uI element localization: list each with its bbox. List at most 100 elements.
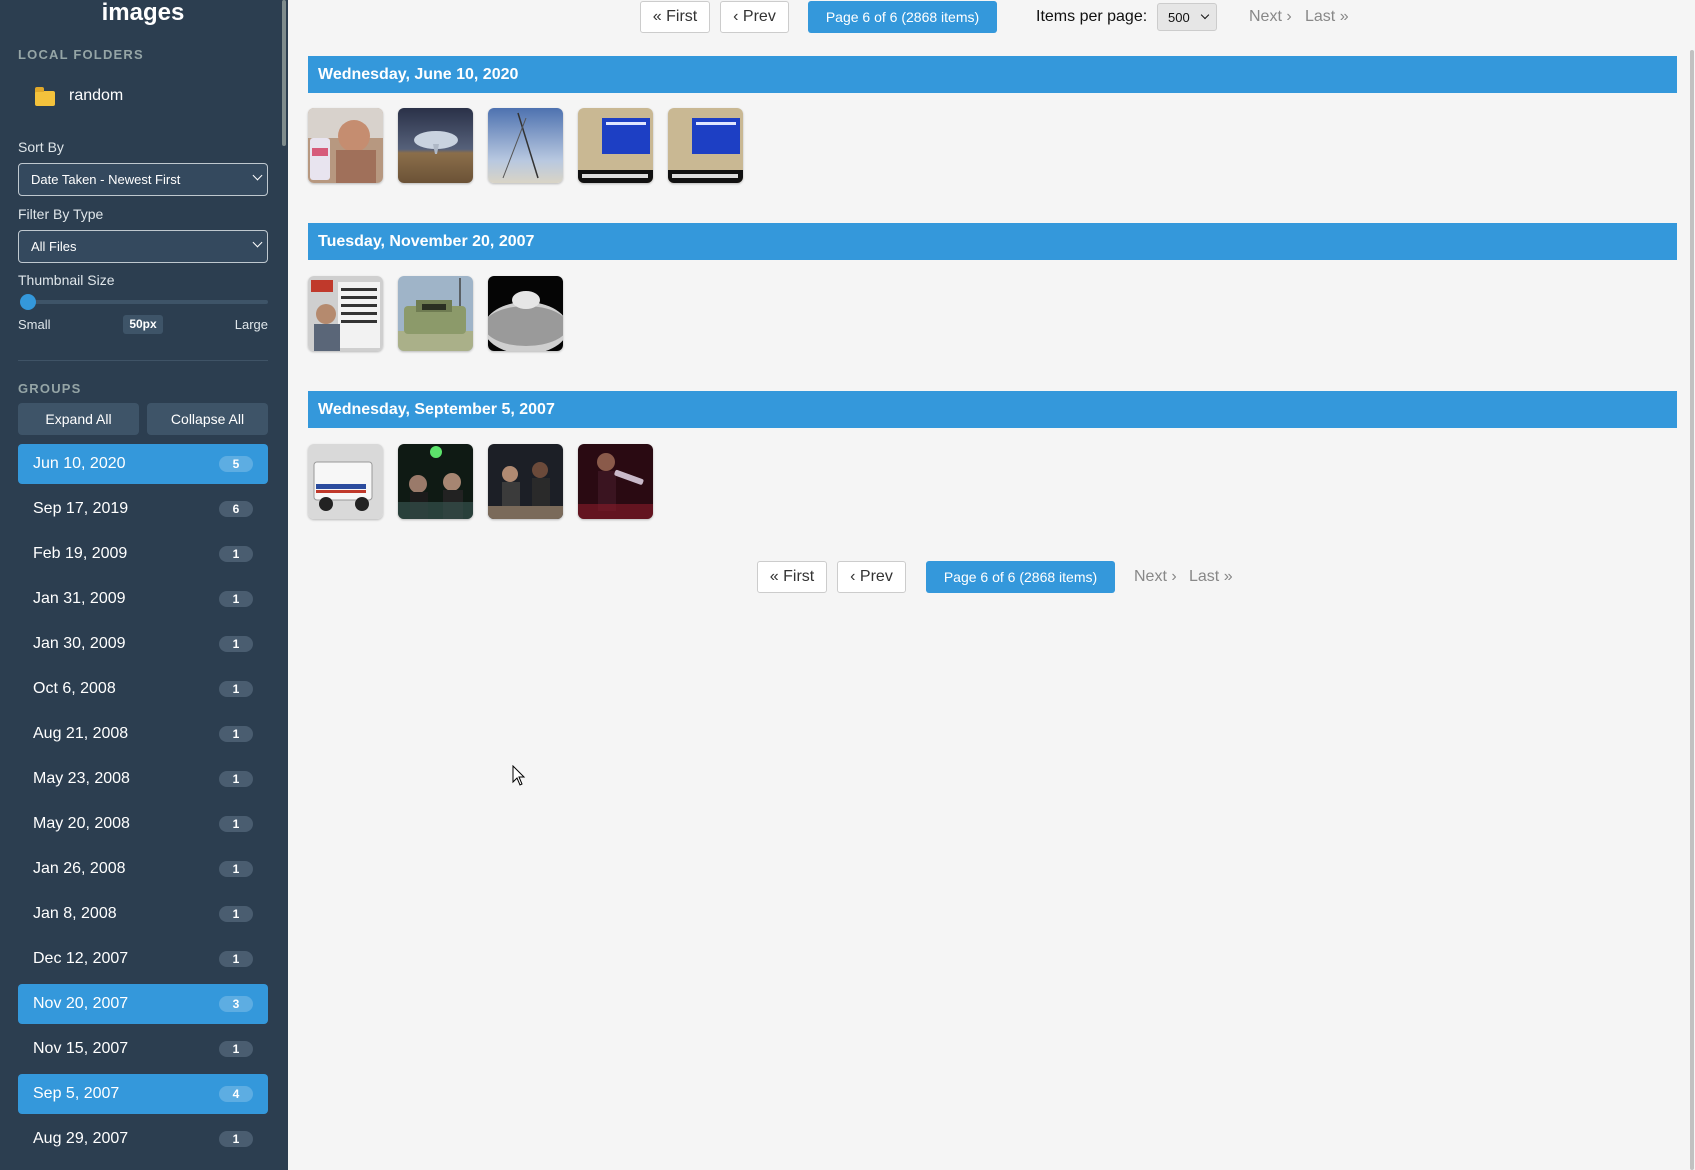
group-item[interactable]: Oct 6, 2008 1 [18, 669, 268, 709]
group-item[interactable]: Jan 26, 2008 1 [18, 849, 268, 889]
groups-label: GROUPS [18, 381, 82, 396]
group-item[interactable]: Aug 29, 2007 1 [18, 1119, 268, 1159]
thumbnail-band-guitarists[interactable] [488, 444, 563, 519]
group-item[interactable]: Jan 30, 2009 1 [18, 624, 268, 664]
group-count-badge: 1 [219, 636, 253, 652]
thumbnail-moon-earth[interactable] [488, 276, 563, 351]
first-page-button[interactable]: « First [757, 561, 827, 593]
group-date: Jan 26, 2008 [33, 860, 126, 877]
group-count-badge: 1 [219, 771, 253, 787]
group-date: Nov 20, 2007 [33, 995, 129, 1012]
items-per-page-value: 500 [1168, 9, 1190, 25]
group-count-badge: 5 [219, 456, 253, 472]
mouse-cursor-icon [512, 765, 526, 786]
group-count-badge: 1 [219, 1131, 253, 1147]
thumbnail-computer-screen[interactable] [578, 108, 653, 183]
thumbnail-guitarist-red[interactable] [578, 444, 653, 519]
group-item[interactable]: Jun 10, 2020 5 [18, 444, 268, 484]
group-date: Jan 8, 2008 [33, 905, 117, 922]
expand-all-button[interactable]: Expand All [18, 403, 139, 435]
last-page-link[interactable]: Last » [1189, 568, 1233, 586]
next-page-link[interactable]: Next › [1249, 8, 1292, 26]
group-count-badge: 1 [219, 591, 253, 607]
group-count-badge: 3 [219, 996, 253, 1012]
first-page-button[interactable]: « First [640, 1, 710, 33]
group-date: May 20, 2008 [33, 815, 130, 832]
thumbnail-blue-sky-antenna[interactable] [488, 108, 563, 183]
group-item[interactable]: Jan 31, 2009 1 [18, 579, 268, 619]
collapse-all-button[interactable]: Collapse All [147, 403, 268, 435]
group-date: Jan 30, 2009 [33, 635, 126, 652]
thumbnail-size-slider-thumb[interactable] [20, 294, 36, 310]
group-count-badge: 1 [219, 951, 253, 967]
filter-by-type-value: All Files [31, 239, 77, 254]
current-page-indicator: Page 6 of 6 (2868 items) [808, 1, 997, 33]
next-page-link[interactable]: Next › [1134, 568, 1177, 586]
thumbnail-tornado-storm[interactable] [398, 108, 473, 183]
group-date: Oct 6, 2008 [33, 680, 116, 697]
sidebar: images LOCAL FOLDERS random Sort By Date… [0, 0, 288, 1170]
group-count-badge: 1 [219, 816, 253, 832]
group-item[interactable]: Sep 17, 2019 6 [18, 489, 268, 529]
thumbnail-military-vehicle[interactable] [398, 276, 473, 351]
group-date: Sep 5, 2007 [33, 1085, 120, 1102]
thumbnail-size-slider-track[interactable] [28, 300, 268, 304]
group-item[interactable]: Nov 15, 2007 1 [18, 1029, 268, 1069]
thumbnail-size-value: 50px [123, 315, 163, 334]
group-date: Nov 15, 2007 [33, 1040, 129, 1057]
last-page-link[interactable]: Last » [1305, 8, 1349, 26]
folder-item-random[interactable]: random [18, 78, 268, 114]
filter-by-type-label: Filter By Type [18, 206, 104, 222]
group-date: Aug 21, 2008 [33, 725, 129, 742]
sort-by-select[interactable]: Date Taken - Newest First [18, 163, 268, 196]
group-list: Jun 10, 2020 5 Sep 17, 2019 6 Feb 19, 2009… [18, 444, 268, 1164]
group-item[interactable]: Sep 5, 2007 4 [18, 1074, 268, 1114]
group-item[interactable]: Feb 19, 2009 1 [18, 534, 268, 574]
group-count-badge: 1 [219, 546, 253, 562]
chevron-down-icon [1200, 10, 1210, 20]
thumbnail-computer-screen-2[interactable] [668, 108, 743, 183]
group-count-badge: 1 [219, 726, 253, 742]
group-count-badge: 6 [219, 501, 253, 517]
group-item[interactable]: Jan 8, 2008 1 [18, 894, 268, 934]
group-item[interactable]: May 23, 2008 1 [18, 759, 268, 799]
group-date: Feb 19, 2009 [33, 545, 128, 562]
group-date: Jan 31, 2009 [33, 590, 126, 607]
current-page-indicator: Page 6 of 6 (2868 items) [926, 561, 1115, 593]
group-count-badge: 1 [219, 861, 253, 877]
thumbnail-size-label: Thumbnail Size [18, 272, 115, 288]
chevron-down-icon [252, 170, 263, 181]
items-per-page-select[interactable]: 500 [1157, 3, 1217, 31]
group-item[interactable]: May 20, 2008 1 [18, 804, 268, 844]
group-date: Jun 10, 2020 [33, 455, 126, 472]
date-group-header[interactable]: Wednesday, June 10, 2020 [308, 56, 1677, 93]
group-count-badge: 4 [219, 1086, 253, 1102]
date-group-header[interactable]: Tuesday, November 20, 2007 [308, 223, 1677, 260]
group-item[interactable]: Dec 12, 2007 1 [18, 939, 268, 979]
thumbnail-band-stage[interactable] [398, 444, 473, 519]
group-count-badge: 1 [219, 681, 253, 697]
thumbnail-mail-truck[interactable] [308, 444, 383, 519]
thumbnail-man-with-can[interactable] [308, 108, 383, 183]
sort-by-label: Sort By [18, 139, 64, 155]
folder-label: random [69, 87, 124, 104]
thumbnail-size-min-label: Small [18, 317, 51, 332]
group-count-badge: 1 [219, 1041, 253, 1057]
prev-page-button[interactable]: ‹ Prev [837, 561, 906, 593]
date-group-header[interactable]: Wednesday, September 5, 2007 [308, 391, 1677, 428]
group-date: Sep 17, 2019 [33, 500, 129, 517]
filter-by-type-select[interactable]: All Files [18, 230, 268, 263]
group-date: Dec 12, 2007 [33, 950, 129, 967]
main-content: « First ‹ Prev Page 6 of 6 (2868 items) … [288, 0, 1695, 1170]
items-per-page-label: Items per page: [1036, 8, 1148, 25]
thumbnail-size-max-label: Large [234, 317, 268, 332]
thumbnail-newspaper-man[interactable] [308, 276, 383, 351]
sidebar-divider [18, 360, 268, 361]
local-folders-label: LOCAL FOLDERS [18, 47, 144, 62]
folder-icon [35, 86, 55, 106]
group-item[interactable]: Nov 20, 2007 3 [18, 984, 268, 1024]
group-date: Aug 29, 2007 [33, 1130, 129, 1147]
chevron-down-icon [252, 237, 263, 248]
prev-page-button[interactable]: ‹ Prev [720, 1, 789, 33]
group-item[interactable]: Aug 21, 2008 1 [18, 714, 268, 754]
